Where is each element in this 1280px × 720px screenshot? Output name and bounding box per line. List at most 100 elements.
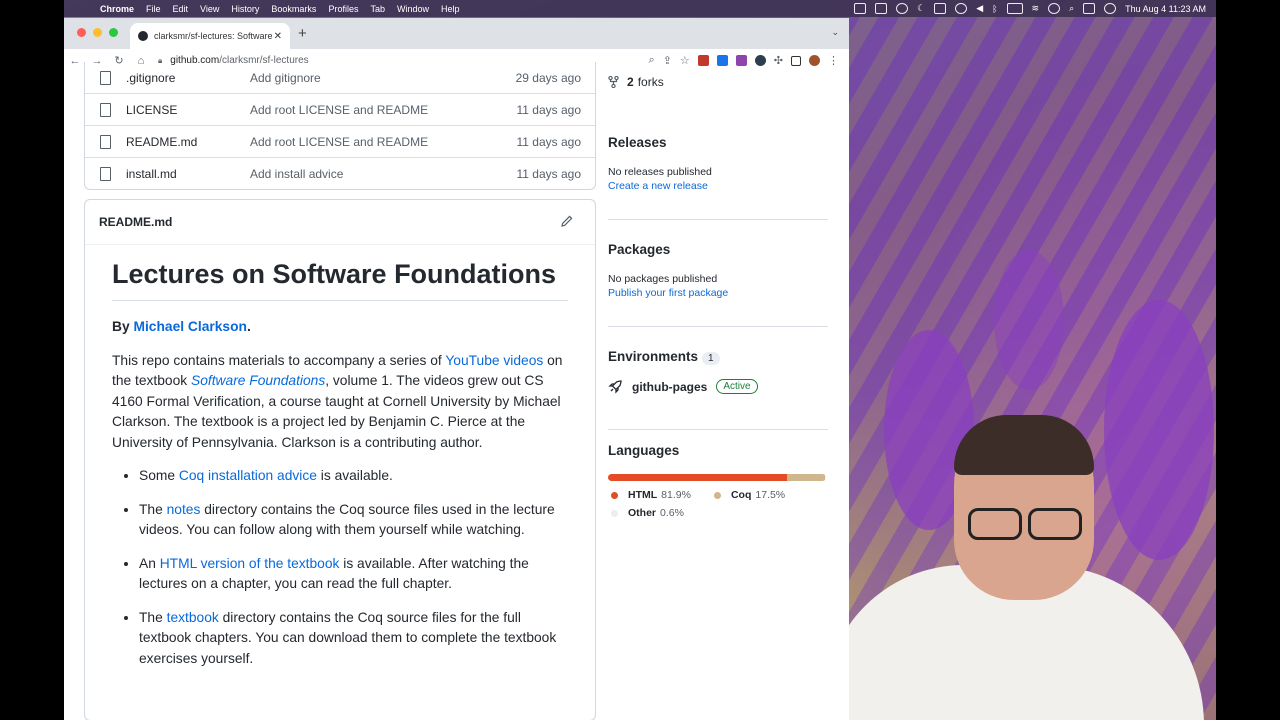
packages-title[interactable]: Packages	[608, 242, 828, 257]
close-window-button[interactable]	[77, 28, 86, 37]
puzzle-extensions-icon[interactable]: ✣	[774, 54, 783, 67]
user-icon[interactable]	[1048, 3, 1061, 14]
language-item-other[interactable]: Other 0.6%	[608, 507, 684, 519]
environments-count: 1	[702, 352, 720, 365]
language-item-html[interactable]: HTML 81.9%	[608, 489, 691, 501]
screen-record-icon[interactable]	[875, 3, 888, 14]
file-name[interactable]: LICENSE	[126, 103, 177, 117]
play-icon[interactable]	[955, 3, 968, 14]
battery-icon[interactable]	[1006, 3, 1023, 14]
file-name[interactable]: install.md	[126, 167, 177, 181]
menu-bookmarks[interactable]: Bookmarks	[265, 4, 322, 14]
commit-message[interactable]: Add gitignore	[250, 71, 321, 85]
extension-icon[interactable]	[716, 55, 728, 66]
moon-icon[interactable]: ☾	[917, 3, 925, 14]
file-name[interactable]: .gitignore	[126, 71, 175, 85]
new-tab-button[interactable]: +	[298, 25, 307, 42]
presenter	[824, 415, 1204, 720]
menu-edit[interactable]: Edit	[167, 4, 195, 14]
dropbox-icon[interactable]	[854, 3, 867, 14]
publish-package-link[interactable]: Publish your first package	[608, 287, 828, 299]
close-tab-icon[interactable]: ✕	[274, 31, 282, 42]
commit-message[interactable]: Add install advice	[250, 167, 343, 181]
commit-message[interactable]: Add root LICENSE and README	[250, 135, 428, 149]
wifi-icon[interactable]: ≋	[1032, 3, 1040, 14]
language-color-dot	[611, 491, 618, 499]
readme-filename[interactable]: README.md	[99, 215, 172, 229]
forks-label: forks	[637, 75, 664, 89]
tab-search-chevron-icon[interactable]: ⌄	[831, 27, 839, 38]
presenter-glasses	[968, 508, 1082, 540]
html-textbook-link[interactable]: HTML version of the textbook	[160, 556, 340, 571]
releases-title[interactable]: Releases	[608, 135, 828, 150]
menu-view[interactable]: View	[194, 4, 225, 14]
environment-name[interactable]: github-pages	[632, 380, 707, 394]
menu-help[interactable]: Help	[435, 4, 466, 14]
zoom-icon[interactable]: ⌕	[649, 54, 655, 67]
extension-icon[interactable]	[754, 55, 766, 66]
releases-section: Releases No releases published Create a …	[608, 135, 828, 220]
side-panel-icon[interactable]	[791, 55, 801, 66]
file-row[interactable]: LICENSE Add root LICENSE and README 11 d…	[85, 93, 595, 125]
file-icon	[100, 70, 111, 85]
browser-window: clarksmr/sf-lectures: Software ✕ + ⌄ ← →…	[64, 18, 849, 720]
menu-window[interactable]: Window	[391, 4, 435, 14]
bookmark-star-icon[interactable]: ☆	[680, 54, 690, 67]
textbook-link[interactable]: textbook	[167, 610, 219, 625]
forks-link[interactable]: 2 forks	[608, 75, 664, 89]
pencil-edit-icon[interactable]	[561, 215, 573, 227]
file-icon	[100, 102, 111, 117]
packages-empty-text: No packages published	[608, 273, 718, 285]
file-name[interactable]: README.md	[126, 135, 197, 149]
author-link[interactable]: Michael Clarkson	[133, 319, 246, 334]
extension-icon[interactable]	[735, 55, 747, 66]
notes-link[interactable]: notes	[167, 502, 201, 517]
intro-text: This repo contains materials to accompan…	[112, 352, 446, 368]
create-release-link[interactable]: Create a new release	[608, 180, 828, 192]
file-icon	[100, 134, 111, 149]
extension-icon[interactable]	[697, 55, 709, 66]
minimize-window-button[interactable]	[93, 28, 102, 37]
menu-history[interactable]: History	[225, 4, 265, 14]
menu-file[interactable]: File	[140, 4, 167, 14]
menu-profiles[interactable]: Profiles	[322, 4, 364, 14]
video-frame: Chrome File Edit View History Bookmarks …	[64, 0, 1216, 720]
commit-message[interactable]: Add root LICENSE and README	[250, 103, 428, 117]
share-icon[interactable]: ⇪	[663, 54, 672, 67]
macos-menubar: Chrome File Edit View History Bookmarks …	[64, 0, 1216, 17]
environments-section: Environments 1 github-pages Active	[608, 349, 828, 430]
siri-icon[interactable]	[1104, 3, 1117, 14]
bullet-text: The	[139, 609, 167, 625]
coq-install-link[interactable]: Coq installation advice	[179, 468, 317, 483]
menu-tab[interactable]: Tab	[364, 4, 391, 14]
browser-tab[interactable]: clarksmr/sf-lectures: Software ✕	[130, 23, 290, 49]
software-foundations-link[interactable]: Software Foundations	[191, 373, 325, 388]
menubar-clock[interactable]: Thu Aug 4 11:23 AM	[1125, 4, 1206, 14]
language-item-coq[interactable]: Coq 17.5%	[711, 489, 785, 501]
file-row[interactable]: .gitignore Add gitignore 29 days ago	[85, 62, 595, 93]
language-color-dot	[611, 509, 618, 517]
status-icon[interactable]	[896, 3, 909, 14]
presenter-hair	[954, 415, 1094, 475]
window-icon[interactable]	[934, 3, 947, 14]
volume-icon[interactable]: ◀︎	[976, 3, 983, 14]
maximize-window-button[interactable]	[109, 28, 118, 37]
control-center-icon[interactable]	[1083, 3, 1096, 14]
search-icon[interactable]: ⌕	[1069, 3, 1074, 14]
environments-title[interactable]: Environments	[608, 349, 698, 364]
youtube-videos-link[interactable]: YouTube videos	[445, 353, 543, 368]
profile-avatar[interactable]	[809, 55, 820, 66]
file-list: .gitignore Add gitignore 29 days ago LIC…	[84, 62, 596, 190]
file-row[interactable]: README.md Add root LICENSE and README 11…	[85, 125, 595, 157]
languages-section: Languages HTML 81.9% Coq 17.5% Other 0.6…	[608, 443, 828, 533]
file-row[interactable]: install.md Add install advice 11 days ag…	[85, 157, 595, 189]
bluetooth-icon[interactable]: ᛒ	[992, 4, 997, 14]
language-name: Coq	[730, 489, 752, 501]
back-button[interactable]: ←	[64, 55, 86, 67]
menu-chrome[interactable]: Chrome	[94, 4, 140, 14]
bullet-text: is available.	[316, 468, 393, 483]
list-item: The textbook directory contains the Coq …	[139, 608, 568, 670]
tab-title: clarksmr/sf-lectures: Software	[154, 31, 273, 41]
commit-age: 11 days ago	[516, 166, 582, 181]
kebab-menu-icon[interactable]: ⋮	[828, 54, 839, 67]
